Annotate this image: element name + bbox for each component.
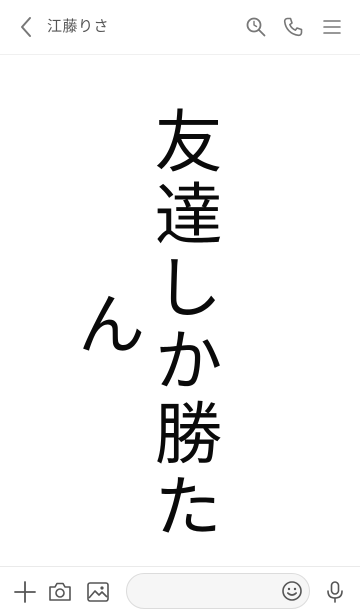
image-icon	[87, 582, 109, 602]
phone-icon	[283, 17, 303, 37]
camera-icon	[49, 582, 71, 601]
chat-title: 江藤りさ	[47, 17, 110, 35]
add-button[interactable]	[12, 579, 38, 605]
menu-icon	[323, 20, 341, 34]
chat-background: 友達しか勝たん	[0, 55, 360, 566]
vertical-message-text: 友達しか勝たん	[65, 106, 221, 544]
microphone-icon	[327, 581, 343, 603]
chevron-left-icon	[21, 17, 31, 37]
search-icon	[246, 17, 266, 37]
back-button[interactable]	[14, 14, 40, 40]
chat-screen: 江藤りさ 友達しか勝たん	[0, 0, 360, 616]
image-button[interactable]	[85, 579, 111, 605]
search-button[interactable]	[244, 15, 268, 39]
menu-button[interactable]	[320, 15, 344, 39]
call-button[interactable]	[281, 15, 305, 39]
emoji-icon	[282, 581, 302, 601]
voice-button[interactable]	[322, 579, 348, 605]
chat-header: 江藤りさ	[0, 0, 360, 55]
emoji-button[interactable]	[280, 579, 304, 603]
plus-icon	[14, 581, 36, 603]
camera-button[interactable]	[47, 579, 73, 605]
input-bar	[0, 566, 360, 616]
